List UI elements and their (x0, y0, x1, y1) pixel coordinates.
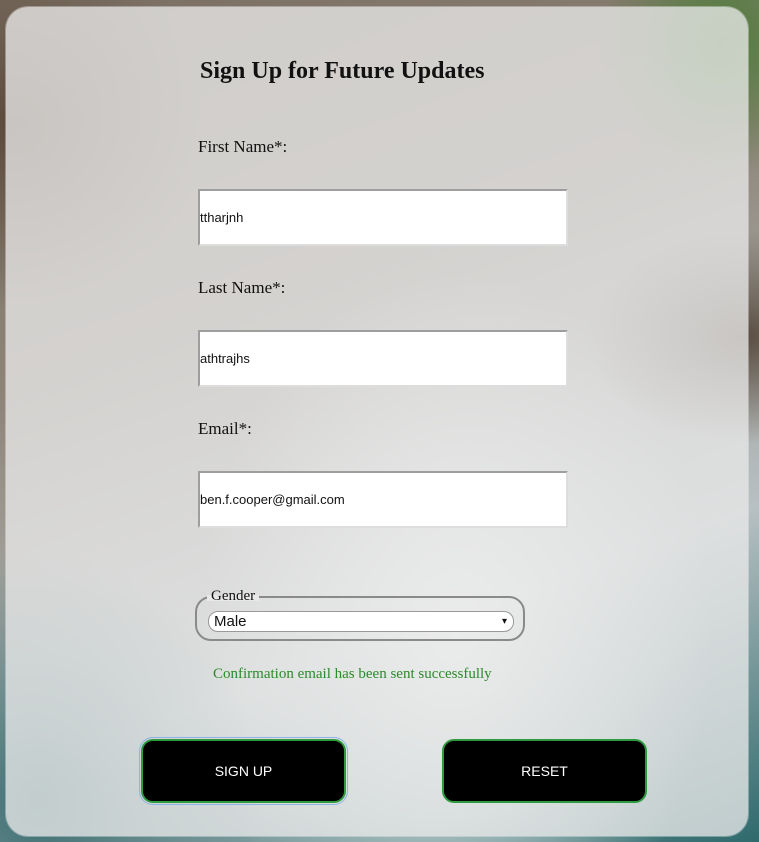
gender-legend: Gender (211, 588, 256, 604)
form-title: Sign Up for Future Updates (200, 58, 485, 84)
sign-up-button[interactable]: SIGN UP (139, 737, 348, 805)
email-label: Email*: (198, 419, 252, 438)
gender-select[interactable]: Male ▾ (208, 611, 514, 632)
signup-card: Sign Up for Future Updates First Name*: … (6, 7, 748, 836)
last-name-label: Last Name*: (198, 278, 286, 297)
reset-button[interactable]: RESET (442, 739, 647, 803)
chevron-down-icon: ▾ (501, 616, 507, 627)
last-name-input[interactable]: athtrajhs (198, 330, 568, 387)
email-input[interactable]: ben.f.cooper@gmail.com (198, 471, 568, 528)
first-name-label: First Name*: (198, 137, 288, 156)
first-name-input[interactable]: ttharjnh (198, 189, 568, 246)
gender-fieldset: Gender Male ▾ (195, 588, 525, 641)
confirmation-message: Confirmation email has been sent success… (213, 666, 492, 682)
gender-selected-value: Male (214, 613, 247, 630)
